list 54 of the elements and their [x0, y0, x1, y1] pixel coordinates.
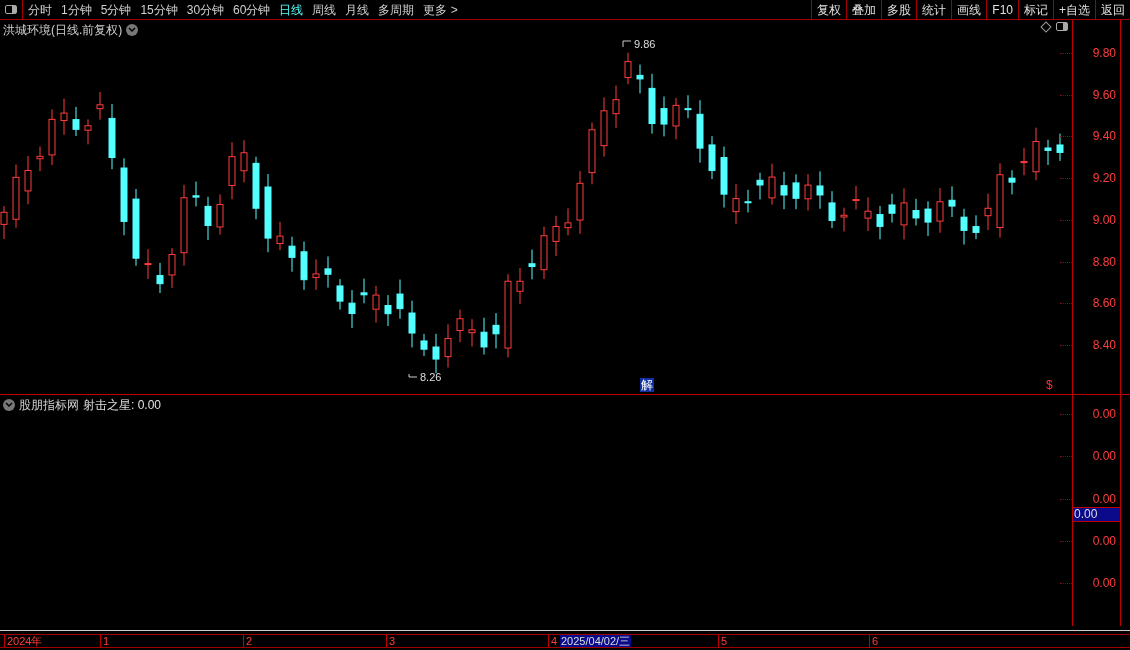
price-axis-label: 9.20: [1092, 171, 1116, 186]
toolbar-button[interactable]: 叠加: [846, 0, 882, 19]
period-tab[interactable]: 多周期: [378, 0, 415, 19]
chart-title: 洪城环境(日线.前复权): [3, 22, 123, 39]
toolbar-button[interactable]: 复权: [811, 0, 847, 19]
price-axis-label: 8.60: [1092, 296, 1116, 311]
period-tab[interactable]: 15分钟: [140, 0, 178, 19]
toolbar-button[interactable]: +自选: [1053, 0, 1095, 19]
indicator-axis-label: 0.00: [1092, 491, 1116, 506]
time-axis-label: 2: [243, 635, 253, 647]
panel-toggle-icon[interactable]: [5, 5, 17, 14]
cursor-value-label: 0.00: [1073, 507, 1120, 522]
toolbar-button[interactable]: 多股: [881, 0, 917, 19]
toolbar-button[interactable]: F10: [986, 0, 1018, 19]
chevron-down-icon[interactable]: [3, 399, 15, 411]
indicator-axis-label: 0.00: [1092, 533, 1116, 548]
price-axis-label: 9.80: [1092, 46, 1116, 60]
indicator-axis-label: 0.00: [1092, 449, 1116, 464]
period-tab[interactable]: 周线: [312, 0, 337, 19]
panel-toggle-icon[interactable]: [1056, 22, 1068, 31]
price-axis-label: 9.00: [1092, 212, 1116, 227]
period-tab[interactable]: 5分钟: [100, 0, 132, 19]
high-marker-icon: [622, 40, 632, 49]
low-price-label: 8.26: [420, 370, 442, 385]
time-axis-label: 1: [100, 635, 110, 647]
indicator-axis-label: 0.00: [1092, 576, 1116, 591]
indicator-value: 射击之星: 0.00: [83, 397, 162, 414]
signal-mark: 解: [640, 378, 654, 392]
time-axis-label: 4: [548, 635, 558, 647]
price-axis-label: 9.60: [1092, 87, 1116, 102]
time-axis-label: 5: [718, 635, 728, 647]
price-axis-label: 9.40: [1092, 129, 1116, 144]
toolbar-button[interactable]: 统计: [916, 0, 952, 19]
high-price-label: 9.86: [634, 37, 656, 52]
period-tab[interactable]: 分时: [28, 0, 52, 19]
toolbar-button[interactable]: 画线: [951, 0, 987, 19]
time-axis-label: 6: [869, 635, 879, 647]
price-axis-label: 8.40: [1092, 337, 1116, 352]
time-axis-label: 3: [386, 635, 396, 647]
period-tab[interactable]: 60分钟: [233, 0, 271, 19]
cursor-date-label: 2025/04/02/三: [560, 635, 632, 647]
chevron-down-icon[interactable]: [126, 24, 139, 36]
period-tab[interactable]: 1分钟: [61, 0, 92, 19]
toolbar-button[interactable]: 标记: [1018, 0, 1053, 19]
period-tab[interactable]: 更多 >: [423, 0, 458, 19]
price-axis-label: 8.80: [1092, 254, 1116, 269]
indicator-axis-label: 0.00: [1092, 407, 1116, 421]
indicator-source: 股朋指标网: [19, 397, 79, 414]
time-axis-label: 2024年: [4, 635, 43, 647]
period-tab[interactable]: 月线: [345, 0, 370, 19]
toolbar-button[interactable]: 返回: [1095, 0, 1130, 19]
period-tab[interactable]: 30分钟: [186, 0, 225, 19]
signal-mark: $: [1046, 378, 1053, 392]
period-tab[interactable]: 日线: [279, 0, 304, 19]
